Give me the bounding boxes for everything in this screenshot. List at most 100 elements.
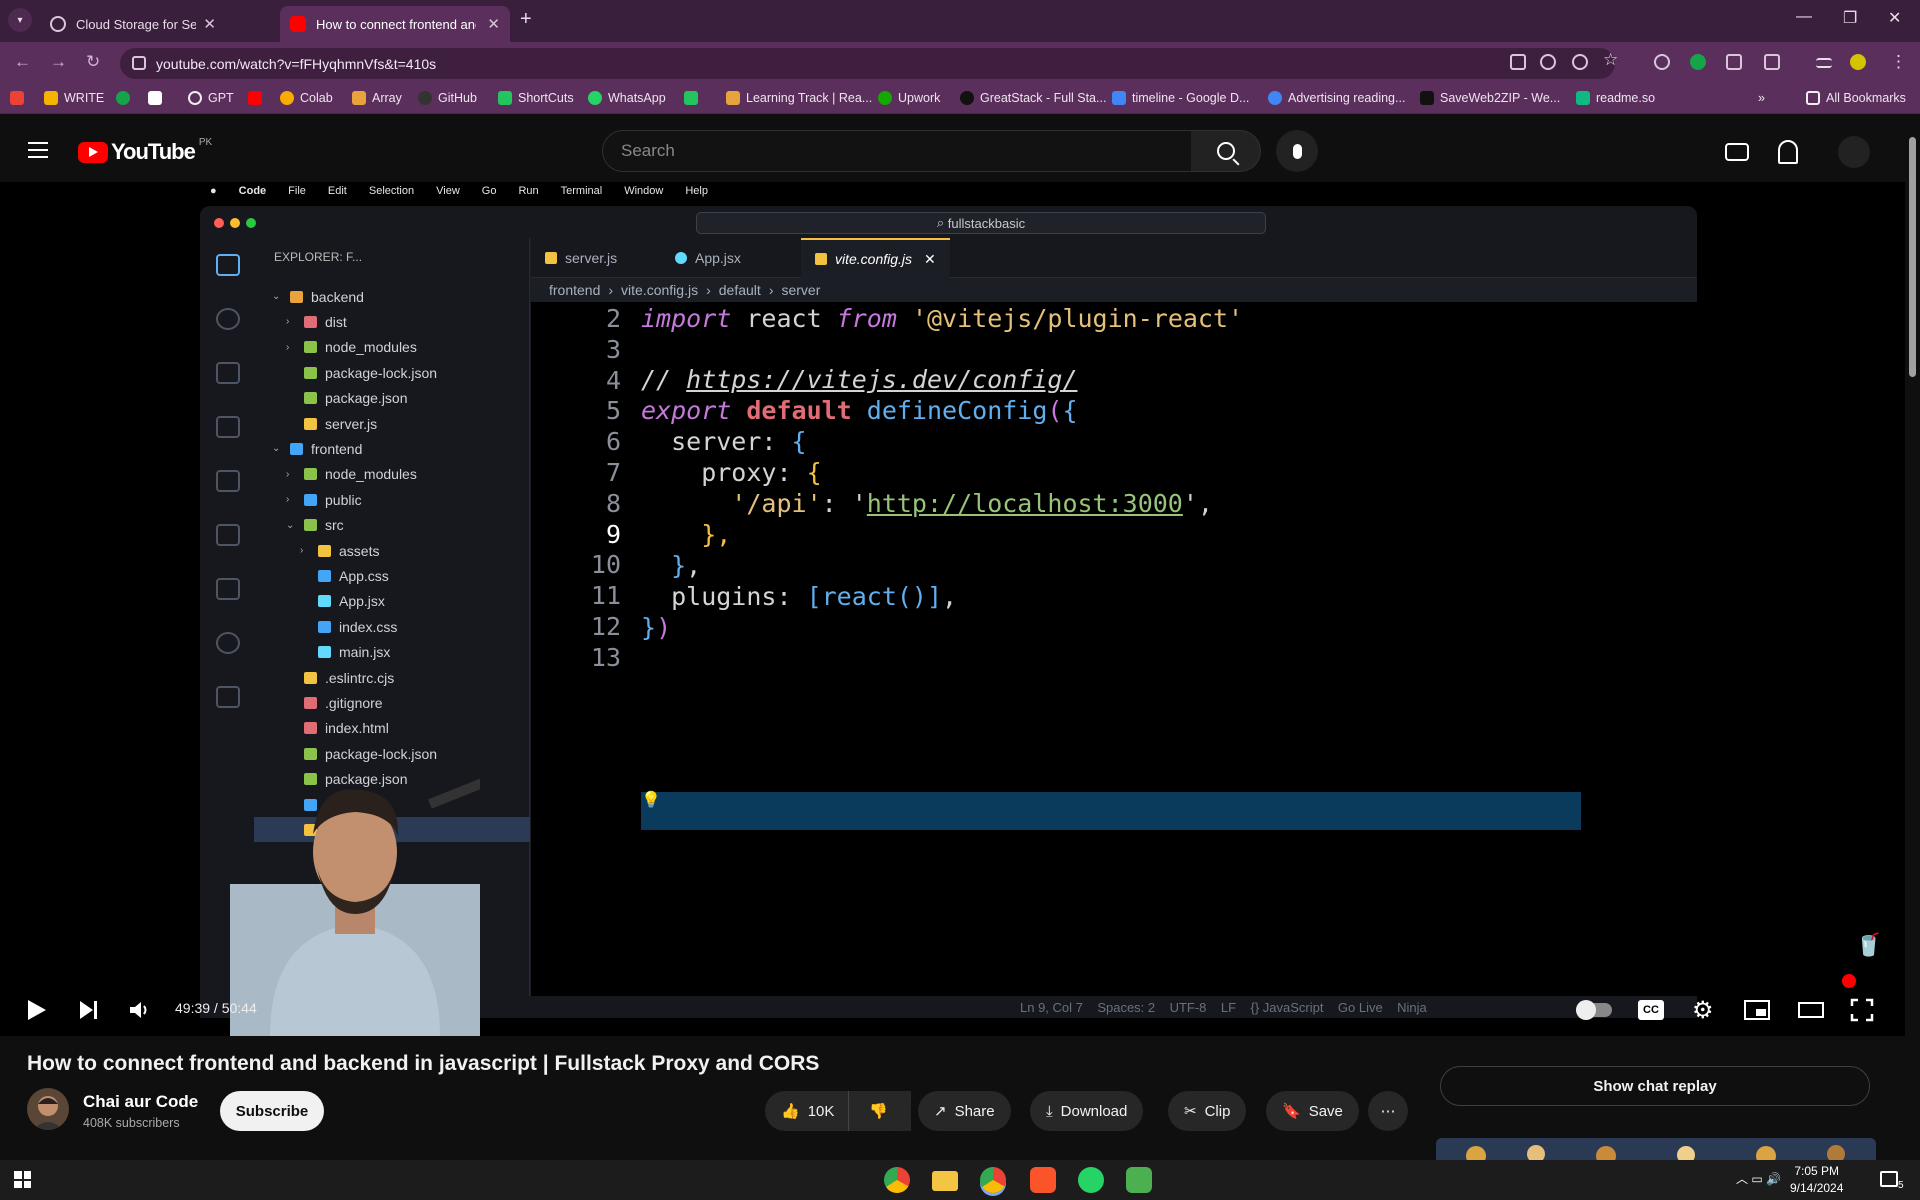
notification-center-icon[interactable] bbox=[1880, 1171, 1898, 1187]
video-player[interactable]: ● Code File Edit Selection View Go Run T… bbox=[0, 182, 1905, 1036]
minimize-icon[interactable]: — bbox=[1796, 8, 1812, 26]
fullscreen-button[interactable] bbox=[1850, 996, 1874, 1024]
notifications-bell-icon[interactable] bbox=[1778, 140, 1798, 164]
windows-start-button[interactable] bbox=[14, 1171, 31, 1188]
bookmark-array[interactable]: Array bbox=[352, 91, 402, 105]
close-window-icon[interactable]: ✕ bbox=[1888, 8, 1901, 28]
back-icon[interactable]: ← bbox=[14, 52, 31, 72]
code-line-2: import react from '@vitejs/plugin-react' bbox=[641, 304, 1243, 333]
hide-eye-icon[interactable] bbox=[1572, 54, 1588, 70]
forward-icon[interactable]: → bbox=[50, 52, 67, 72]
account-avatar[interactable] bbox=[1838, 136, 1870, 168]
site-info-icon[interactable] bbox=[132, 56, 146, 70]
system-tray-icons[interactable]: ︿ ▭ 🔊 bbox=[1736, 1170, 1781, 1187]
miniplayer-button[interactable] bbox=[1744, 996, 1770, 1024]
grammarly-icon[interactable] bbox=[1690, 54, 1706, 70]
search-button[interactable] bbox=[1191, 130, 1261, 172]
bookmark-write[interactable]: WRITE bbox=[44, 91, 104, 105]
bookmark-greatstack[interactable]: GreatStack - Full Sta... bbox=[960, 91, 1106, 105]
extension-icon[interactable] bbox=[1654, 54, 1670, 70]
page-scrollbar[interactable] bbox=[1905, 122, 1920, 1160]
explorer-title: EXPLORER: F... bbox=[274, 250, 363, 264]
close-tab-icon[interactable]: ✕ bbox=[203, 15, 216, 33]
bookmark-saveweb2zip[interactable]: SaveWeb2ZIP - We... bbox=[1420, 91, 1560, 105]
theater-mode-button[interactable] bbox=[1798, 996, 1824, 1024]
reload-icon[interactable]: ↻ bbox=[86, 52, 100, 72]
bookmark-gpt[interactable]: GPT bbox=[188, 91, 234, 105]
brave-icon[interactable] bbox=[1030, 1167, 1056, 1193]
create-video-icon[interactable] bbox=[1725, 143, 1749, 161]
play-button[interactable] bbox=[26, 996, 48, 1024]
restore-icon[interactable]: ❐ bbox=[1843, 8, 1857, 28]
extension-icon[interactable] bbox=[1726, 54, 1742, 70]
gmail-bookmark[interactable] bbox=[10, 91, 30, 105]
scrubber-handle[interactable] bbox=[1841, 974, 1856, 988]
bookmark-colab[interactable]: Colab bbox=[280, 91, 333, 105]
tab-search-button[interactable]: ▾ bbox=[8, 8, 32, 32]
autoplay-toggle[interactable] bbox=[1576, 996, 1612, 1024]
bookmark-timeline[interactable]: timeline - Google D... bbox=[1112, 91, 1249, 105]
extensions-puzzle-icon[interactable] bbox=[1764, 54, 1780, 70]
bookmark-advertising[interactable]: Advertising reading... bbox=[1268, 91, 1405, 105]
all-bookmarks-button[interactable]: All Bookmarks bbox=[1806, 91, 1906, 105]
settings-button[interactable]: ⚙ bbox=[1692, 996, 1714, 1024]
subtitles-button[interactable]: CC bbox=[1638, 996, 1664, 1024]
voice-search-button[interactable] bbox=[1276, 130, 1318, 172]
subscribe-button[interactable]: Subscribe bbox=[220, 1091, 324, 1131]
utorrent-icon[interactable] bbox=[1126, 1167, 1152, 1193]
share-button[interactable]: ↗ Share bbox=[918, 1091, 1011, 1131]
search-input[interactable]: Search bbox=[602, 130, 1192, 172]
hamburger-menu-icon[interactable] bbox=[28, 142, 48, 158]
bookmark-upwork[interactable]: Upwork bbox=[878, 91, 940, 105]
chrome-active-icon[interactable] bbox=[980, 1167, 1006, 1193]
kebab-menu-icon[interactable]: ⋮ bbox=[1890, 52, 1907, 72]
bookmark-icon-only[interactable] bbox=[148, 91, 168, 105]
profile-avatar-icon[interactable] bbox=[1850, 54, 1866, 70]
bookmark-whatsapp[interactable]: WhatsApp bbox=[588, 91, 666, 105]
bookmark-icon-only[interactable] bbox=[116, 91, 136, 105]
install-app-icon[interactable] bbox=[1510, 54, 1526, 70]
bookmark-label: readme.so bbox=[1596, 91, 1656, 105]
file-explorer-icon[interactable] bbox=[932, 1171, 958, 1191]
bookmark-star-icon[interactable]: ☆ bbox=[1603, 50, 1618, 70]
whatsapp-icon bbox=[588, 91, 602, 105]
file-icon bbox=[304, 696, 317, 709]
code-line-4: // https://vitejs.dev/config/ bbox=[641, 365, 1078, 394]
save-button[interactable]: 🔖 Save bbox=[1266, 1091, 1359, 1131]
bookmark-github[interactable]: GitHub bbox=[418, 91, 477, 105]
clip-button[interactable]: ✂ Clip bbox=[1168, 1091, 1247, 1131]
browser-tab-youtube[interactable]: How to connect frontend and b ✕ bbox=[280, 6, 510, 42]
new-tab-button[interactable]: + bbox=[520, 8, 532, 31]
related-video-thumbnail[interactable] bbox=[1436, 1138, 1876, 1160]
greatstack-icon bbox=[960, 91, 974, 105]
bookmark-game[interactable] bbox=[684, 91, 704, 105]
volume-button[interactable] bbox=[128, 996, 150, 1024]
show-chat-replay-button[interactable]: Show chat replay bbox=[1440, 1066, 1870, 1106]
more-bookmarks-button[interactable]: » bbox=[1758, 91, 1765, 105]
youtube-logo[interactable]: YouTube PK bbox=[78, 136, 213, 165]
file-icon bbox=[318, 595, 331, 608]
bookmark-youtube[interactable] bbox=[248, 91, 268, 105]
taskbar-clock[interactable]: 7:05 PM 9/14/2024 bbox=[1790, 1163, 1843, 1197]
scrollbar-thumb[interactable] bbox=[1909, 137, 1916, 377]
address-bar[interactable]: youtube.com/watch?v=fFHyqhmnVfs&t=410s bbox=[120, 48, 1615, 79]
close-tab-icon[interactable]: ✕ bbox=[487, 15, 500, 33]
chrome-icon[interactable] bbox=[884, 1167, 910, 1193]
tab-menu-icon[interactable] bbox=[1816, 58, 1832, 68]
dislike-button[interactable]: 👎 bbox=[848, 1091, 908, 1131]
whatsapp-icon[interactable] bbox=[1078, 1167, 1104, 1193]
download-button[interactable]: ⤓ Download bbox=[1030, 1091, 1144, 1131]
channel-avatar[interactable] bbox=[27, 1088, 69, 1130]
bookmark-readme[interactable]: readme.so bbox=[1576, 91, 1655, 105]
video-mac-menubar: ● Code File Edit Selection View Go Run T… bbox=[200, 182, 1700, 200]
bookmark-shortcuts[interactable]: ShortCuts bbox=[498, 91, 574, 105]
bookmark-label: Colab bbox=[300, 91, 333, 105]
bookmark-learning-track[interactable]: Learning Track | Rea... bbox=[726, 91, 872, 105]
next-button[interactable] bbox=[78, 996, 100, 1024]
country-code: PK bbox=[198, 136, 213, 148]
zoom-icon[interactable] bbox=[1540, 54, 1556, 70]
channel-name[interactable]: Chai aur Code bbox=[83, 1092, 198, 1112]
browser-tab-cloud-storage[interactable]: Cloud Storage for Sensitive Dat ✕ bbox=[40, 6, 226, 42]
more-actions-button[interactable]: ⋯ bbox=[1368, 1091, 1408, 1131]
drink-emoji-icon: 🥤 bbox=[1855, 932, 1883, 957]
